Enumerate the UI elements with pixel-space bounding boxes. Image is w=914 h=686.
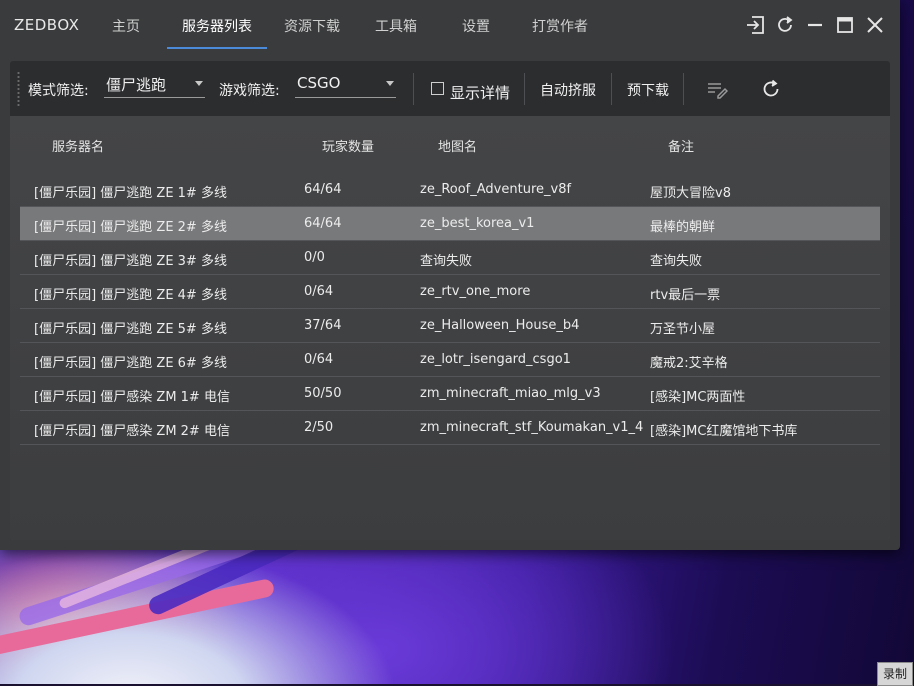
toolbar-divider [611,73,612,105]
table-row[interactable]: [僵尸乐园] 僵尸感染 ZM 2# 电信 2/50 zm_minecraft_s… [20,411,880,445]
game-filter-label: 游戏筛选: [219,83,280,99]
cell-players: 64/64 [304,216,342,231]
table-row[interactable]: [僵尸乐园] 僵尸逃跑 ZE 5# 多线 37/64 ze_Halloween_… [20,309,880,343]
cell-map: ze_best_korea_v1 [420,216,535,231]
cell-map: ze_lotr_isengard_csgo1 [420,352,571,367]
mode-filter-dropdown[interactable]: 僵尸逃跑 [104,73,205,98]
cell-server-name: [僵尸乐园] 僵尸感染 ZM 1# 电信 [34,390,230,405]
cell-players: 0/0 [304,250,325,265]
title-bar: ZEDBOX 主页 服务器列表 资源下载 工具箱 设置 打赏作者 [0,0,900,52]
nav-tab-downloads[interactable]: 资源下载 [284,16,340,36]
active-tab-indicator [167,47,267,49]
toolbar-divider [683,73,684,105]
nav-tab-toolbox[interactable]: 工具箱 [375,16,417,36]
cell-note: [感染]MC红魔馆地下书库 [650,424,798,439]
cell-note: 屋顶大冒险v8 [650,186,731,201]
cell-map: ze_Roof_Adventure_v8f [420,182,572,197]
toolbar-divider [413,73,414,105]
table-row[interactable]: [僵尸乐园] 僵尸逃跑 ZE 1# 多线 64/64 ze_Roof_Adven… [20,173,880,207]
close-icon[interactable] [864,14,886,36]
cell-server-name: [僵尸乐园] 僵尸逃跑 ZE 6# 多线 [34,356,227,371]
cell-server-name: [僵尸乐园] 僵尸逃跑 ZE 5# 多线 [34,322,227,337]
app-brand: ZEDBOX [14,16,80,34]
show-details-label[interactable]: 显示详情 [450,82,510,103]
cell-server-name: [僵尸乐园] 僵尸逃跑 ZE 1# 多线 [34,186,227,201]
exit-icon[interactable] [744,14,766,36]
cell-players: 64/64 [304,182,342,197]
toolbar-grip[interactable] [17,71,20,107]
cell-server-name: [僵尸乐园] 僵尸逃跑 ZE 3# 多线 [34,254,227,269]
cell-players: 2/50 [304,420,334,435]
cell-server-name: [僵尸乐园] 僵尸逃跑 ZE 2# 多线 [34,220,227,235]
cell-note: 万圣节小屋 [650,322,716,337]
chevron-down-icon [386,81,394,86]
column-header-map[interactable]: 地图名 [438,136,477,155]
table-row[interactable]: [僵尸乐园] 僵尸逃跑 ZE 3# 多线 0/0 查询失败 查询失败 [20,241,880,275]
nav-tab-server-list[interactable]: 服务器列表 [182,16,252,36]
table-row[interactable]: [僵尸乐园] 僵尸逃跑 ZE 4# 多线 0/64 ze_rtv_one_mor… [20,275,880,309]
cell-players: 0/64 [304,352,334,367]
cell-map: zm_minecraft_stf_Koumakan_v1_4 [420,420,644,435]
app-window: ZEDBOX 主页 服务器列表 资源下载 工具箱 设置 打赏作者 模式筛选: 僵… [0,0,900,550]
column-header-players[interactable]: 玩家数量 [322,136,374,155]
toolbar-divider [524,73,525,105]
cell-server-name: [僵尸乐园] 僵尸感染 ZM 2# 电信 [34,424,230,439]
column-header-note[interactable]: 备注 [668,136,694,155]
game-filter-value: CSGO [297,74,341,92]
refresh-list-icon[interactable] [760,78,782,100]
cell-server-name: [僵尸乐园] 僵尸逃跑 ZE 4# 多线 [34,288,227,303]
mode-filter-value: 僵尸逃跑 [106,76,167,94]
cell-map: ze_rtv_one_more [420,284,531,299]
filter-toolbar: 模式筛选: 僵尸逃跑 游戏筛选: CSGO 显示详情 自动挤服 预下载 [10,61,890,116]
cell-players: 37/64 [304,318,342,333]
cell-map: zm_minecraft_miao_mlg_v3 [420,386,601,401]
chevron-down-icon [195,81,203,86]
cell-map: ze_Halloween_House_b4 [420,318,580,333]
server-list-panel: 模式筛选: 僵尸逃跑 游戏筛选: CSGO 显示详情 自动挤服 预下载 服务器名… [10,61,890,540]
table-body: [僵尸乐园] 僵尸逃跑 ZE 1# 多线 64/64 ze_Roof_Adven… [20,173,880,445]
nav-tab-settings[interactable]: 设置 [462,16,490,36]
table-row-selected[interactable]: [僵尸乐园] 僵尸逃跑 ZE 2# 多线 64/64 ze_best_korea… [20,207,880,241]
cell-note: 查询失败 [650,254,703,269]
refresh-window-icon[interactable] [774,14,796,36]
server-table: 服务器名 玩家数量 地图名 备注 [僵尸乐园] 僵尸逃跑 ZE 1# 多线 64… [10,116,890,540]
cell-note: 魔戒2:艾辛格 [650,356,728,371]
column-header-server-name[interactable]: 服务器名 [52,136,104,155]
pre-download-button[interactable]: 预下载 [627,80,669,100]
table-row[interactable]: [僵尸乐园] 僵尸感染 ZM 1# 电信 50/50 zm_minecraft_… [20,377,880,411]
record-badge[interactable]: 录制 [877,662,913,686]
table-row[interactable]: [僵尸乐园] 僵尸逃跑 ZE 6# 多线 0/64 ze_lotr_isenga… [20,343,880,377]
nav-tab-donate[interactable]: 打赏作者 [532,16,588,36]
cell-map: 查询失败 [420,254,473,269]
nav-tab-home[interactable]: 主页 [112,16,140,36]
minimize-icon[interactable] [804,14,826,36]
game-filter-dropdown[interactable]: CSGO [295,73,396,98]
mode-filter-label: 模式筛选: [28,83,89,99]
cell-note: rtv最后一票 [650,288,721,303]
edit-list-icon[interactable] [706,78,729,100]
cell-note: 最棒的朝鲜 [650,220,716,235]
cell-players: 0/64 [304,284,334,299]
cell-players: 50/50 [304,386,342,401]
maximize-icon[interactable] [834,14,856,36]
cell-note: [感染]MC两面性 [650,390,746,405]
auto-join-button[interactable]: 自动挤服 [540,80,596,100]
show-details-checkbox[interactable] [431,82,444,95]
